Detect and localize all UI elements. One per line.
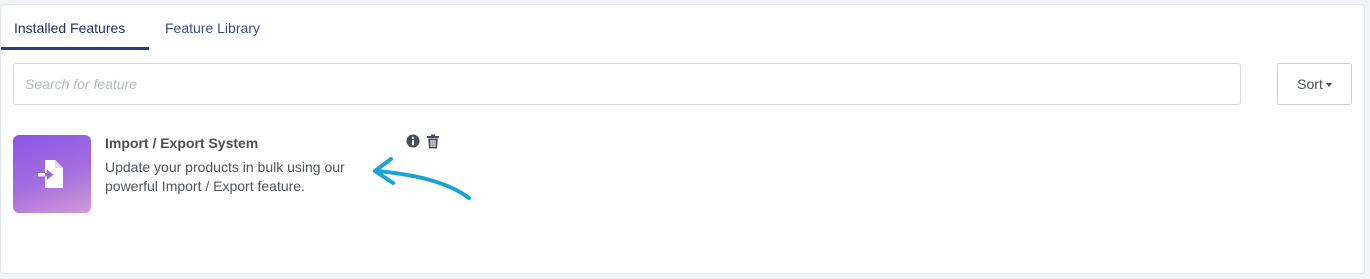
- info-icon[interactable]: [406, 134, 420, 153]
- search-input[interactable]: [13, 63, 1241, 105]
- sort-button[interactable]: Sort: [1277, 63, 1352, 105]
- file-import-icon[interactable]: [13, 135, 91, 213]
- active-tab-indicator: [1, 47, 149, 50]
- trash-icon[interactable]: [426, 134, 440, 154]
- tab-installed-features[interactable]: Installed Features: [14, 5, 125, 51]
- annotation-arrow-icon: [373, 157, 471, 200]
- feature-description: Update your products in bulk using our p…: [105, 159, 345, 194]
- sort-button-label: Sort: [1297, 76, 1323, 92]
- features-panel: Installed Features Feature Library Sort …: [0, 4, 1365, 274]
- tab-feature-library[interactable]: Feature Library: [165, 5, 260, 51]
- caret-down-icon: [1325, 83, 1332, 87]
- tab-bar: Installed Features Feature Library: [1, 5, 1364, 51]
- file-import-glyph: [38, 160, 63, 188]
- feature-title: Import / Export System: [105, 135, 259, 151]
